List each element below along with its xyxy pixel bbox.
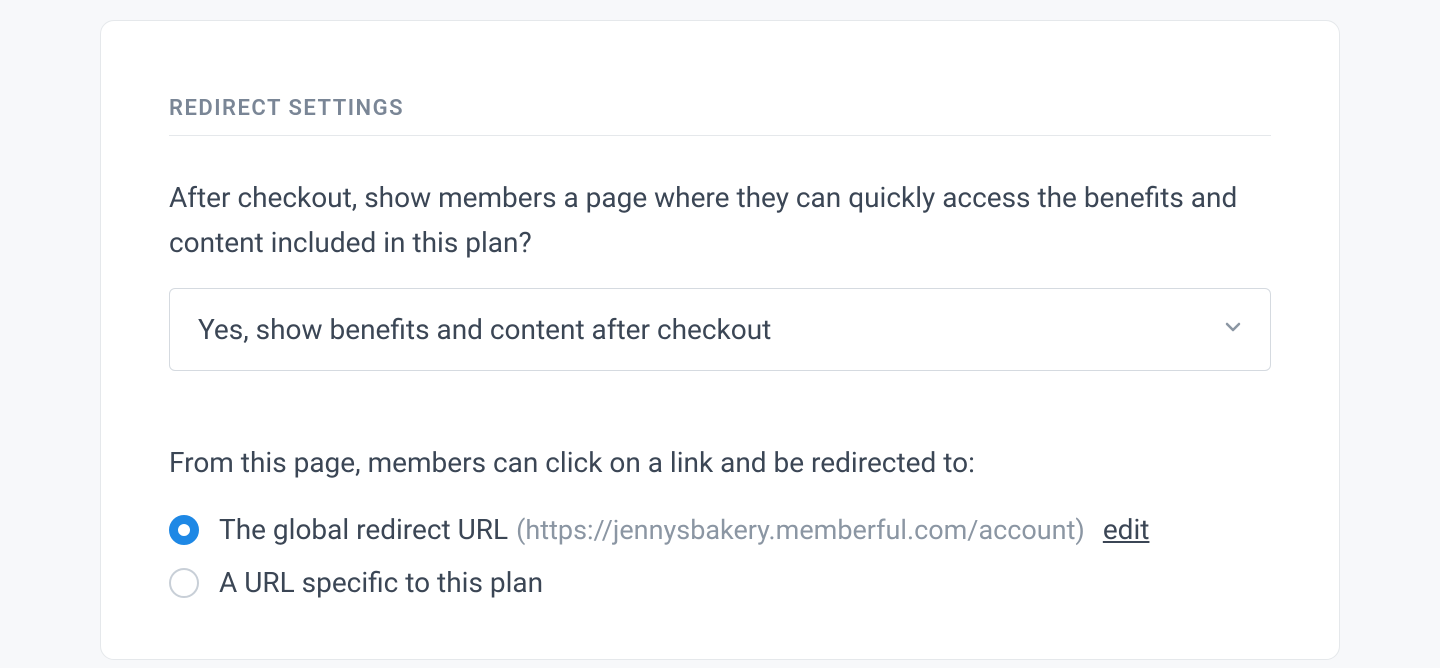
benefits-dropdown[interactable]: Yes, show benefits and content after che… <box>169 288 1271 371</box>
edit-link[interactable]: edit <box>1103 513 1150 546</box>
radio-option-global-url[interactable]: The global redirect URL (https://jennysb… <box>169 513 1271 546</box>
dropdown-selected-value: Yes, show benefits and content after che… <box>198 313 771 346</box>
radio-label-global: The global redirect URL (https://jennysb… <box>219 513 1149 546</box>
global-url-value: (https://jennysbakery.memberful.com/acco… <box>516 514 1085 546</box>
redirect-radio-group: The global redirect URL (https://jennysb… <box>169 513 1271 599</box>
benefits-dropdown-wrapper: Yes, show benefits and content after che… <box>169 288 1271 371</box>
redirect-description: From this page, members can click on a l… <box>169 441 1271 486</box>
section-title: REDIRECT SETTINGS <box>169 96 1271 136</box>
redirect-settings-card: REDIRECT SETTINGS After checkout, show m… <box>100 20 1340 660</box>
radio-option-specific-url[interactable]: A URL specific to this plan <box>169 566 1271 599</box>
radio-global-text: The global redirect URL <box>219 513 508 546</box>
radio-label-specific: A URL specific to this plan <box>219 566 543 599</box>
checkout-description: After checkout, show members a page wher… <box>169 176 1271 266</box>
radio-selected-icon <box>169 515 199 545</box>
radio-unselected-icon <box>169 568 199 598</box>
radio-specific-text: A URL specific to this plan <box>219 566 543 599</box>
